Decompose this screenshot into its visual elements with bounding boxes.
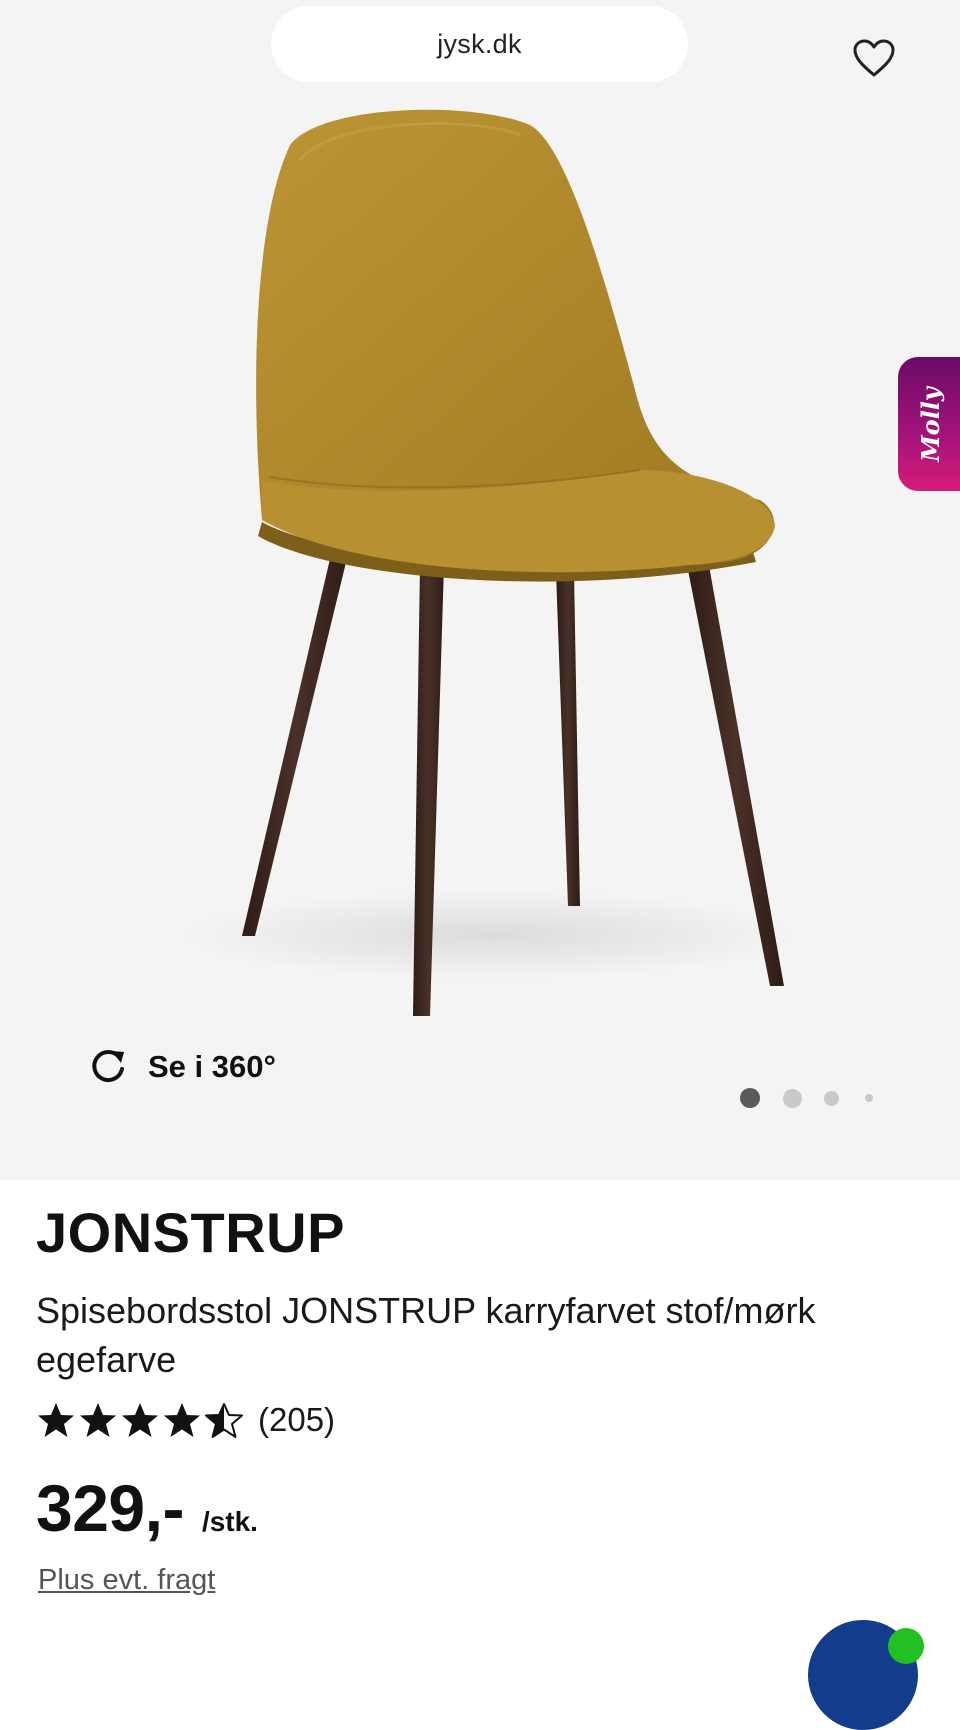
rating-count: (205): [258, 1401, 336, 1438]
product-description: Spisebordsstol JONSTRUP karryfarvet stof…: [36, 1290, 816, 1380]
pagination-dot-4[interactable]: [865, 1094, 873, 1102]
product-image-gallery[interactable]: jysk.dk Molly Se i 360°: [0, 0, 960, 1180]
product-rating[interactable]: (205): [36, 1398, 335, 1442]
product-image-chair: [180, 109, 800, 1016]
price-block: 329,- /stk.: [36, 1470, 258, 1550]
molly-tab-label: Molly: [915, 386, 945, 462]
heart-outline-icon: [853, 39, 895, 77]
star-icon: [80, 1403, 116, 1437]
product-brand-title: JONSTRUP: [36, 1201, 345, 1264]
view-360-button[interactable]: Se i 360°: [88, 1045, 276, 1089]
pagination-dot-3[interactable]: [824, 1090, 839, 1106]
gallery-pagination[interactable]: [740, 1086, 873, 1110]
view-360-label: Se i 360°: [148, 1049, 276, 1084]
rotate-360-icon: [92, 1050, 124, 1083]
molly-side-tab[interactable]: Molly: [898, 357, 960, 491]
shipping-note-link[interactable]: Plus evt. fragt: [38, 1564, 215, 1597]
star-icon: [122, 1403, 158, 1437]
star-half-icon: [205, 1403, 243, 1438]
favorite-button[interactable]: [848, 34, 900, 82]
browser-url-bar[interactable]: jysk.dk: [271, 6, 688, 82]
pagination-dot-2[interactable]: [783, 1088, 802, 1108]
url-text: jysk.dk: [437, 28, 522, 59]
rating-stars: [36, 1401, 244, 1439]
product-price: 329,-: [36, 1471, 184, 1545]
star-icon: [164, 1403, 200, 1437]
pagination-dot-1[interactable]: [740, 1088, 760, 1108]
online-status-indicator: [888, 1628, 924, 1664]
star-icon: [38, 1403, 74, 1437]
price-unit: /stk.: [201, 1506, 258, 1537]
